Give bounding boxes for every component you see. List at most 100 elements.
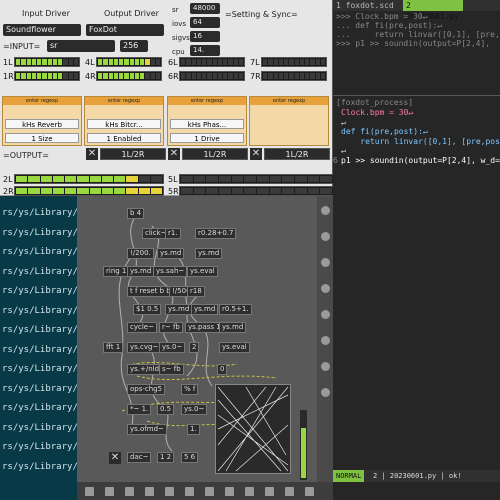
patch-object[interactable]: ops-chg5 — [127, 384, 166, 395]
patch-object[interactable]: ys.0~ — [181, 404, 208, 415]
toolbar-icon[interactable] — [321, 232, 330, 241]
meter-segment — [223, 59, 228, 65]
patch-object[interactable]: !/200. — [127, 248, 154, 259]
toolbar-icon[interactable] — [321, 258, 330, 267]
plugin-name[interactable]: kHs Phas... — [170, 119, 244, 129]
patch-object[interactable]: b 4 — [127, 208, 145, 219]
patch-object[interactable]: ys.sah~ — [153, 266, 188, 277]
plugin-slot[interactable]: enter regexp kHs Phas... 1 Drive — [167, 96, 247, 146]
toolbar-icon[interactable] — [305, 487, 314, 496]
meter-segment — [145, 59, 150, 65]
patch-object[interactable]: 0 — [217, 364, 228, 375]
patch-object[interactable]: $1 0.5 — [133, 304, 162, 315]
patch-object[interactable]: 5 6 — [181, 452, 199, 463]
patch-object[interactable]: s~ fb — [159, 364, 184, 375]
patch-object[interactable]: ys.cvg~ — [127, 342, 162, 353]
patch-object[interactable]: ys.eval — [219, 342, 250, 353]
patch-object[interactable]: ys.md — [127, 266, 155, 277]
meter-segment — [269, 188, 282, 194]
plugin-name[interactable]: kHs Bitcr... — [87, 119, 161, 129]
patch-object[interactable]: ys.0~ — [159, 342, 186, 353]
patch-object[interactable]: r0.5+1. — [219, 304, 252, 315]
close-icon[interactable]: ✕ — [86, 148, 98, 160]
patch-object[interactable]: dac~ — [127, 452, 152, 463]
patch-object[interactable]: % f — [181, 384, 199, 395]
meter-segment — [186, 59, 191, 65]
patch-object[interactable]: ys.eval — [187, 266, 218, 277]
toolbar-icon[interactable] — [285, 487, 294, 496]
patch-object[interactable]: ys.md — [219, 322, 247, 333]
toolbar-icon[interactable] — [165, 487, 174, 496]
close-icon[interactable]: ✕ — [168, 148, 180, 160]
route-menu[interactable]: 1L/2R — [100, 148, 166, 160]
patch-object[interactable]: r~ fb — [159, 322, 183, 333]
meter-segment — [134, 59, 139, 65]
meter-segment — [119, 59, 124, 65]
meter-segment — [58, 73, 63, 79]
patch-object[interactable]: r1. — [165, 228, 181, 239]
patch-object[interactable]: ys.md — [195, 248, 223, 259]
patch-object[interactable]: fft 1 — [103, 342, 124, 353]
tab-foxdot-scd[interactable]: 1 foxdot.scd — [333, 0, 403, 11]
meter-segment — [282, 188, 295, 194]
toolbar-icon[interactable] — [321, 206, 330, 215]
dac-toggle-icon[interactable]: ✕ — [109, 452, 121, 464]
input-driver-menu[interactable]: Soundflower (64... — [3, 24, 81, 46]
tab-20230601-py[interactable]: 2 20230601.py — [403, 0, 463, 21]
output-driver-menu[interactable]: FoxDot — [86, 24, 164, 36]
meter-segment — [268, 59, 273, 65]
toolbar-icon[interactable] — [245, 487, 254, 496]
input-sr-menu[interactable]: sr — [47, 40, 115, 52]
toolbar-icon[interactable] — [185, 487, 194, 496]
meter-segment — [294, 59, 299, 65]
channel-label: 7R — [250, 72, 261, 81]
patch-object[interactable]: ys.md — [165, 304, 193, 315]
toolbar-icon[interactable] — [265, 487, 274, 496]
plugin-option[interactable]: 1 Size — [5, 133, 79, 143]
plugin-option[interactable]: 1 Enabled — [87, 133, 161, 143]
meter-segment — [186, 73, 191, 79]
toolbar-icon[interactable] — [321, 284, 330, 293]
toolbar-icon[interactable] — [321, 388, 330, 397]
stat-value: 16 — [190, 31, 220, 42]
plugin-slot[interactable]: enter regexp — [249, 96, 329, 146]
output-meter — [179, 186, 334, 196]
toolbar-icon[interactable] — [321, 336, 330, 345]
patch-object[interactable]: ring 1 — [103, 266, 130, 277]
close-icon[interactable]: ✕ — [250, 148, 262, 160]
patch-object[interactable]: 0.5 — [157, 404, 175, 415]
patch-object[interactable]: ys.md — [157, 248, 185, 259]
patch-object[interactable]: cycle~ — [127, 322, 157, 333]
patch-object[interactable]: *~ 1. — [127, 404, 152, 415]
patch-object[interactable]: 1 2 — [157, 452, 175, 463]
input-vs-number[interactable]: 256 — [120, 40, 148, 52]
toolbar-icon[interactable] — [321, 310, 330, 319]
toolbar-icon[interactable] — [105, 487, 114, 496]
plugin-slot[interactable]: enter regexp kHs Reverb 1 Size — [2, 96, 82, 146]
patch-object[interactable]: 2 — [189, 342, 200, 353]
plugin-name[interactable]: kHs Reverb — [5, 119, 79, 129]
plugin-option[interactable]: 1 Drive — [170, 133, 244, 143]
patch-object[interactable]: 1. — [187, 424, 200, 435]
toolbar-icon[interactable] — [125, 487, 134, 496]
patch-object[interactable]: ys.ofmd~ — [127, 424, 167, 435]
patch-object[interactable]: ys.md — [191, 304, 219, 315]
toolbar-icon[interactable] — [85, 487, 94, 496]
patch-object[interactable]: r0.28+0.7 — [195, 228, 237, 239]
meter-segment — [310, 59, 315, 65]
plugin-slot[interactable]: enter regexp kHs Bitcr... 1 Enabled — [84, 96, 164, 146]
toolbar-icon[interactable] — [225, 487, 234, 496]
patch-object[interactable]: r18 — [187, 286, 205, 297]
meter-segment — [77, 176, 89, 182]
meter-segment — [77, 188, 89, 194]
route-menu[interactable]: 1L/2R — [182, 148, 248, 160]
route-menu[interactable]: 1L/2R — [264, 148, 330, 160]
meter-segment — [207, 73, 212, 79]
toolbar-icon[interactable] — [205, 487, 214, 496]
meter-segment — [181, 188, 193, 194]
meter-segment — [263, 73, 268, 79]
code-editor[interactable]: 1 foxdot.scd 2 20230601.py >>> Clock.bpm… — [333, 0, 500, 500]
meter-segment — [16, 188, 28, 194]
toolbar-icon[interactable] — [145, 487, 154, 496]
toolbar-icon[interactable] — [321, 362, 330, 371]
